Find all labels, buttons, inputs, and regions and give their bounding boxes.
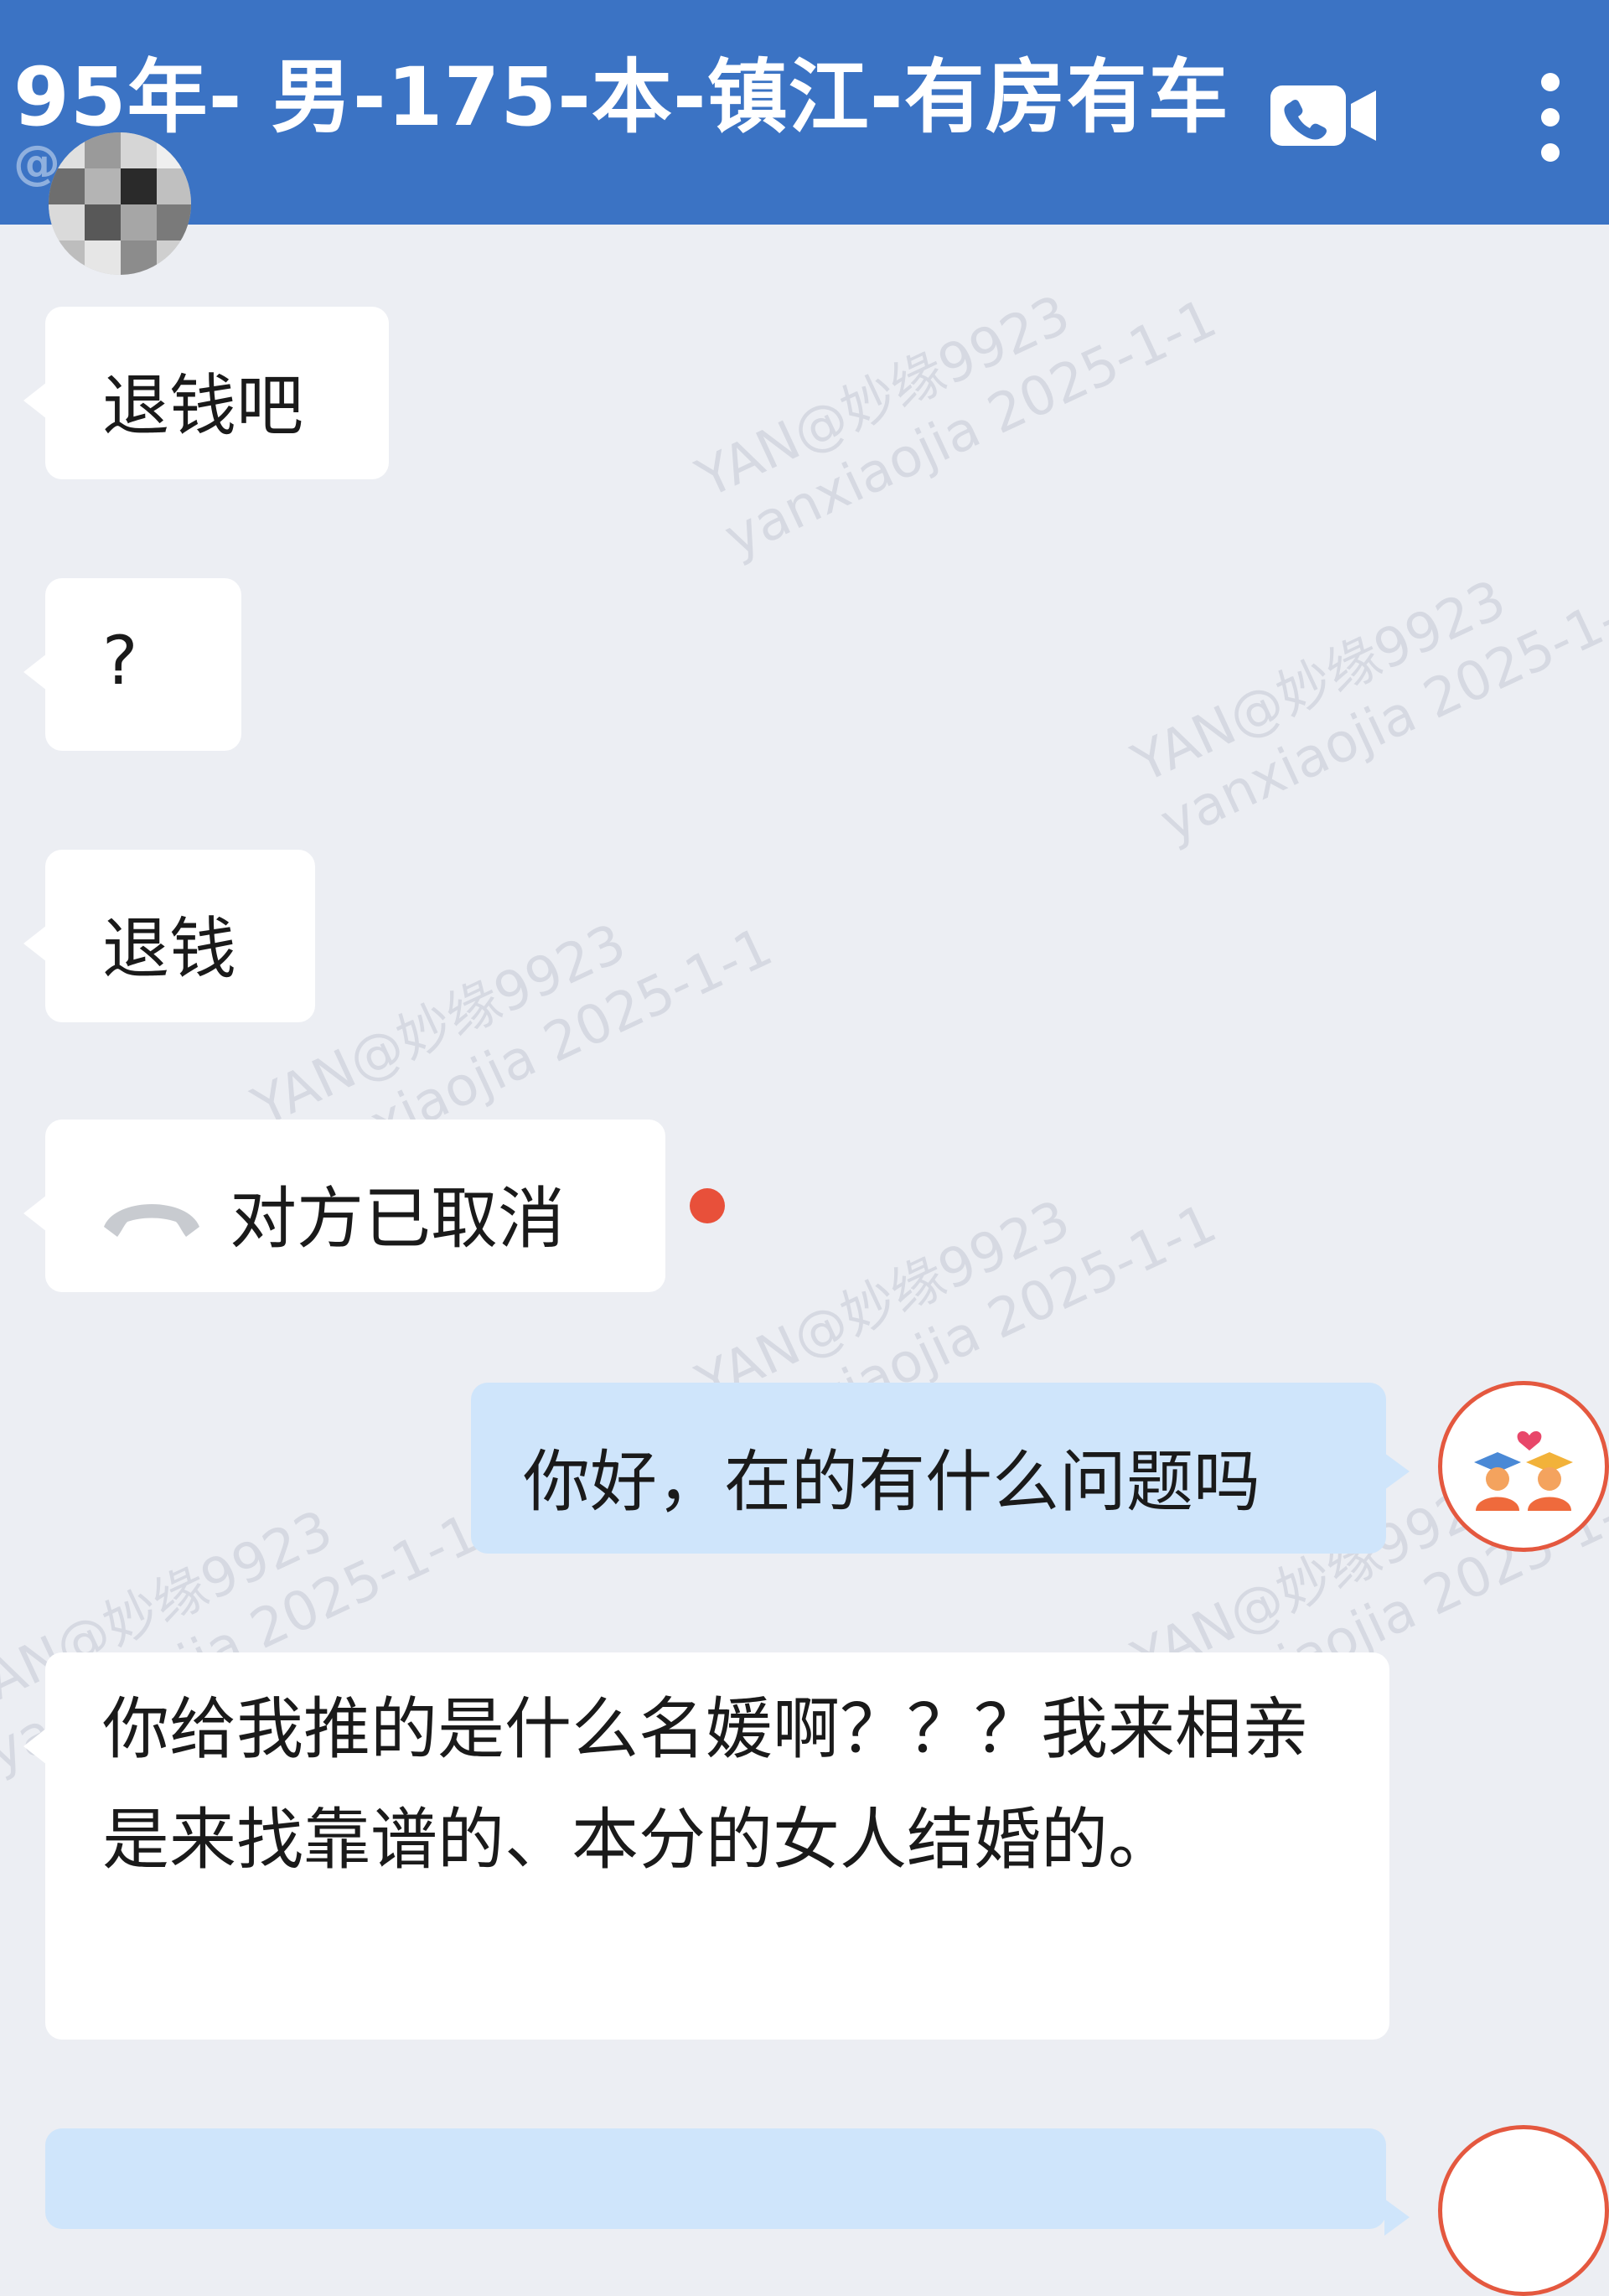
incoming-message-bubble[interactable]: 退钱	[23, 850, 315, 1022]
outgoing-message-bubble[interactable]	[45, 2128, 1410, 2236]
call-status-text: 对方已取消	[230, 1180, 565, 1258]
incoming-message-bubble[interactable]: ?	[23, 578, 241, 751]
message-text: 退钱吧	[102, 367, 303, 445]
incoming-message-bubble[interactable]: 退钱吧	[23, 307, 389, 479]
watermark: YAN@妙缘9923yanxiaojia 2025-1-1	[1123, 568, 1609, 855]
message-text: 你给我推的是什么名媛啊？？？我来相亲是来找靠谱的、本分的女人结婚的。	[102, 1690, 1309, 1879]
my-avatar[interactable]	[1438, 2125, 1609, 2296]
chat-header: 95年- 男-175-本-镇江-有房有车 @	[0, 0, 1609, 225]
message-text: 你好，在的有什么问题吗	[523, 1443, 1260, 1521]
chat-title: 95年- 男-175-本-镇江-有房有车	[13, 50, 1229, 144]
outgoing-message-bubble[interactable]: 你好，在的有什么问题吗	[471, 1383, 1410, 1554]
more-vertical-icon[interactable]	[1525, 67, 1575, 168]
video-call-icon[interactable]	[1267, 80, 1381, 151]
message-text: ?	[102, 622, 138, 700]
incoming-message-bubble[interactable]: 你给我推的是什么名媛啊？？？我来相亲是来找靠谱的、本分的女人结婚的。	[23, 1652, 1389, 2040]
my-avatar[interactable]	[1438, 1381, 1609, 1552]
call-record-bubble[interactable]: 对方已取消	[23, 1120, 665, 1292]
unread-dot	[690, 1188, 725, 1223]
phone-hangup-icon	[99, 1180, 204, 1237]
message-text: 退钱	[102, 910, 236, 988]
contact-avatar[interactable]	[49, 132, 191, 275]
watermark: YAN@妙缘9923yanxiaojia 2025-1-1	[687, 283, 1226, 570]
